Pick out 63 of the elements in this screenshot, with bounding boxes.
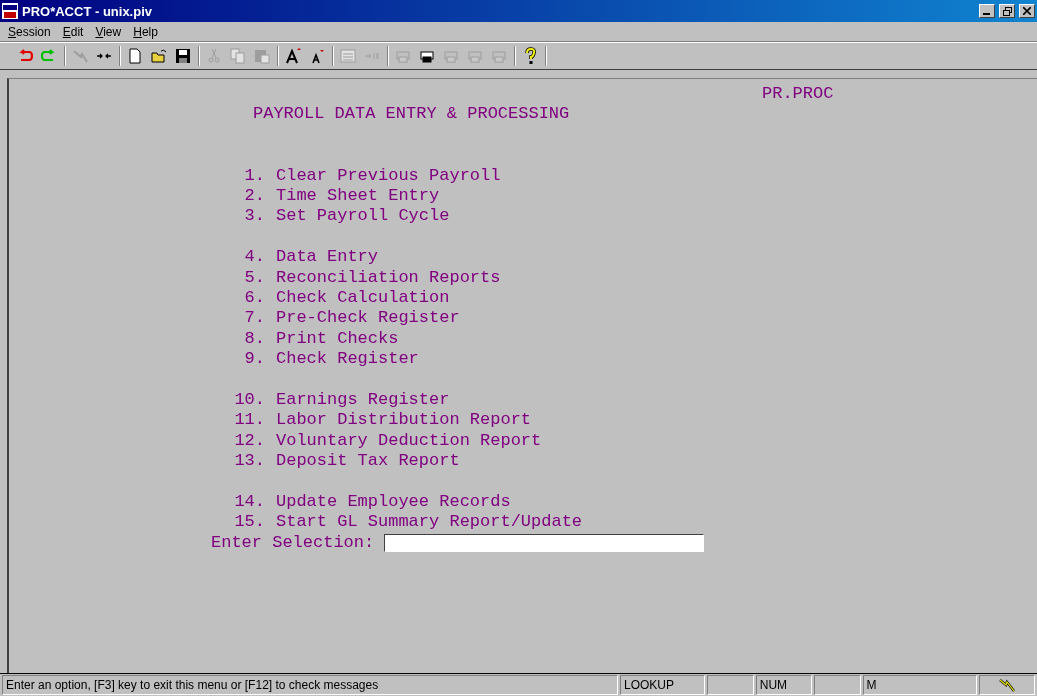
paste-icon xyxy=(253,47,271,65)
screen-title: PAYROLL DATA ENTRY & PROCESSING xyxy=(253,104,570,125)
menu-option: Reconciliation Reports xyxy=(265,267,501,288)
menu-option: Voluntary Deduction Report xyxy=(265,430,542,452)
folder-icon xyxy=(150,47,168,65)
menu-option: Print Checks xyxy=(265,328,399,350)
selection-input-field[interactable] xyxy=(384,533,705,552)
option-number: 6. xyxy=(243,287,265,309)
menu-option: Set Payroll Cycle xyxy=(265,206,450,227)
option-number: 12. xyxy=(233,430,265,452)
status-message: Enter an option, [F3] key to exit this menu or [F12] to check messages xyxy=(2,675,618,695)
menu-option: Clear Previous Payroll xyxy=(265,165,501,186)
menu-option: Deposit Tax Report xyxy=(265,451,460,472)
option-number: 15. xyxy=(233,512,265,533)
option-number: 8. xyxy=(243,328,265,350)
menu-option: Earnings Register xyxy=(265,389,450,411)
menu-option: Check Calculation xyxy=(265,287,450,309)
option-number: 4. xyxy=(243,247,265,268)
menu-option: Data Entry xyxy=(265,247,379,268)
option-number: 11. xyxy=(233,410,265,431)
menu-option: Labor Distribution Report xyxy=(265,410,532,431)
empty-status-panel xyxy=(814,675,861,695)
status-panel: M xyxy=(862,675,977,695)
option-number: 13. xyxy=(233,451,265,472)
copy-icon xyxy=(229,47,247,65)
option-number: 5. xyxy=(243,267,265,288)
menu-item[interactable]: View xyxy=(89,24,128,39)
cut-icon xyxy=(205,47,223,65)
status-panel: NUM xyxy=(755,675,812,695)
toolbar-button[interactable] xyxy=(173,46,193,66)
list-icon xyxy=(339,47,357,65)
menu-option: Start GL Summary Report/Update xyxy=(265,512,583,533)
status-panel: LOOKUP xyxy=(619,675,706,695)
menu-option: Pre-Check Register xyxy=(265,308,460,329)
option-number: 10. xyxy=(233,389,265,411)
menu-item[interactable]: Edit xyxy=(56,24,90,39)
menu-item[interactable]: Session xyxy=(2,24,57,39)
selection-prompt: Enter Selection: xyxy=(211,532,375,553)
restore-icon xyxy=(1002,6,1012,16)
toolbar-button[interactable] xyxy=(283,46,303,66)
app-logo-icon xyxy=(2,3,18,19)
window-title: PRO*ACCT - unix.piv xyxy=(22,3,153,19)
option-number: 9. xyxy=(243,349,265,370)
menu-item[interactable]: Help xyxy=(127,24,164,39)
save-icon xyxy=(174,47,192,65)
option-number: 1. xyxy=(243,165,265,186)
menu-option: Check Register xyxy=(265,349,419,370)
new-document-icon xyxy=(126,47,144,65)
restore-button[interactable] xyxy=(999,4,1015,18)
lightning-icon xyxy=(71,47,89,65)
empty-status-panel xyxy=(707,675,754,695)
lightning-icon xyxy=(998,678,1015,692)
font-increase-icon xyxy=(284,47,302,65)
close-button[interactable] xyxy=(1019,4,1035,18)
menu-option: Update Employee Records xyxy=(265,491,511,513)
program-name: PR.PROC xyxy=(762,84,834,105)
minimize-button[interactable] xyxy=(979,4,995,18)
option-number: 7. xyxy=(243,308,265,329)
menu-option: Time Sheet Entry xyxy=(265,185,440,207)
option-number: 14. xyxy=(233,491,265,513)
option-number: 3. xyxy=(243,206,265,227)
close-icon xyxy=(1023,7,1031,15)
option-number: 2. xyxy=(243,185,265,207)
